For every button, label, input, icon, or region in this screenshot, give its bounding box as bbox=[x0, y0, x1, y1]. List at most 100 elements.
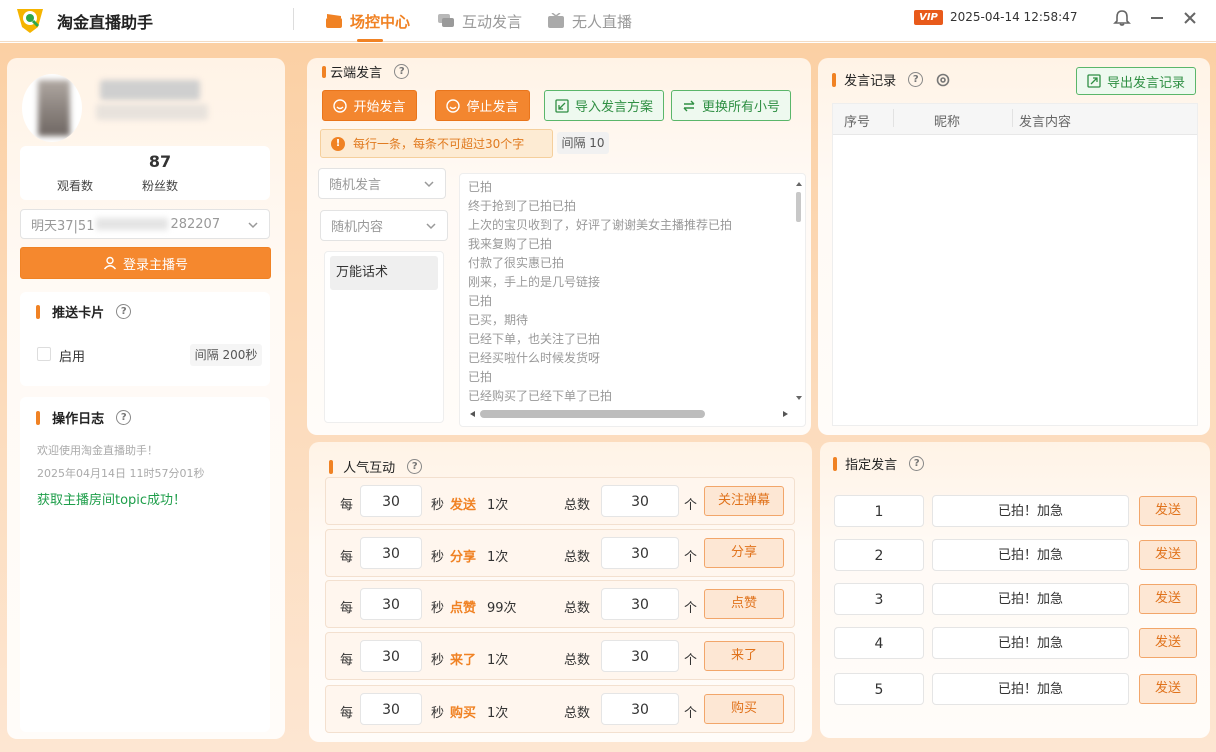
every-label: 每 bbox=[340, 706, 354, 721]
designated-index-input[interactable]: 3 bbox=[834, 583, 924, 615]
tab-label: 场控中心 bbox=[350, 12, 411, 31]
minimize-icon[interactable] bbox=[1145, 6, 1169, 30]
unit-label: 个 bbox=[684, 498, 698, 513]
stop-speech-button[interactable]: 停止发言 bbox=[435, 90, 530, 121]
chat-icon bbox=[438, 14, 454, 27]
designated-index-input[interactable]: 4 bbox=[834, 627, 924, 659]
action-label: 点赞 bbox=[450, 601, 477, 616]
unit-label: 个 bbox=[684, 706, 698, 721]
help-icon[interactable]: ? bbox=[116, 410, 132, 425]
chevron-down-icon bbox=[426, 223, 436, 230]
times-label: 1次 bbox=[487, 706, 509, 721]
user-icon bbox=[103, 256, 117, 270]
viewers-label: 观看数 bbox=[56, 179, 93, 193]
total-input[interactable]: 30 bbox=[601, 693, 679, 725]
mode-select[interactable]: 随机发言 bbox=[318, 168, 446, 199]
designated-index-input[interactable]: 2 bbox=[834, 539, 924, 571]
designated-text-input[interactable]: 已拍！加急 bbox=[932, 673, 1129, 705]
designated-text-input[interactable]: 已拍！加急 bbox=[932, 495, 1129, 527]
gear-icon[interactable] bbox=[935, 72, 951, 88]
bell-icon[interactable] bbox=[1110, 6, 1134, 30]
send-button[interactable]: 发送 bbox=[1139, 628, 1197, 658]
seconds-unit: 秒 bbox=[431, 498, 445, 513]
interaction-action-button[interactable]: 来了 bbox=[704, 641, 784, 671]
vip-badge: VIP bbox=[914, 10, 943, 25]
close-icon[interactable] bbox=[1178, 6, 1202, 30]
interaction-action-button[interactable]: 关注弹幕 bbox=[704, 486, 784, 516]
tab-interact-speech[interactable]: 互动发言 bbox=[437, 0, 522, 42]
vertical-scrollbar[interactable] bbox=[793, 177, 805, 407]
seconds-input[interactable]: 30 bbox=[360, 693, 422, 725]
login-streamer-button[interactable]: 登录主播号 bbox=[20, 247, 271, 279]
message-line: 已拍 bbox=[468, 370, 493, 384]
help-icon[interactable]: ? bbox=[407, 459, 423, 474]
message-line: 我来复购了已拍 bbox=[468, 237, 553, 251]
designated-title: 指定发言 bbox=[845, 458, 898, 473]
col-divider bbox=[1012, 109, 1013, 127]
avatar bbox=[22, 74, 82, 142]
divider bbox=[293, 8, 294, 30]
push-interval: 间隔 200秒 bbox=[190, 344, 262, 366]
send-button[interactable]: 发送 bbox=[1139, 496, 1197, 526]
total-label: 总数 bbox=[564, 601, 591, 616]
designated-index-input[interactable]: 1 bbox=[834, 495, 924, 527]
col-header-index: 序号 bbox=[844, 115, 871, 130]
active-tab-underline bbox=[357, 39, 383, 42]
horizontal-scrollbar[interactable] bbox=[466, 407, 792, 421]
import-plan-button[interactable]: 导入发言方案 bbox=[544, 90, 664, 121]
send-button[interactable]: 发送 bbox=[1139, 584, 1197, 614]
enable-checkbox[interactable] bbox=[37, 347, 51, 361]
help-icon[interactable]: ? bbox=[909, 456, 925, 471]
seconds-unit: 秒 bbox=[431, 550, 445, 565]
speech-record-title: 发言记录 bbox=[844, 74, 897, 89]
designated-text-input[interactable]: 已拍！加急 bbox=[932, 583, 1129, 615]
send-button[interactable]: 发送 bbox=[1139, 540, 1197, 570]
unit-label: 个 bbox=[684, 550, 698, 565]
content-select-value: 随机内容 bbox=[331, 220, 384, 235]
total-input[interactable]: 30 bbox=[601, 537, 679, 569]
tab-unmanned-live[interactable]: 无人直播 bbox=[547, 0, 632, 42]
export-record-button[interactable]: 导出发言记录 bbox=[1076, 67, 1196, 95]
replace-accounts-button[interactable]: 更换所有小号 bbox=[671, 90, 791, 121]
account-select[interactable]: 明天37|51 282207 bbox=[20, 209, 270, 239]
interaction-action-button[interactable]: 分享 bbox=[704, 538, 784, 568]
action-label: 发送 bbox=[450, 498, 477, 513]
mode-select-value: 随机发言 bbox=[329, 178, 382, 193]
start-speech-button[interactable]: 开始发言 bbox=[322, 90, 417, 121]
streamer-id bbox=[96, 104, 208, 120]
login-button-label: 登录主播号 bbox=[122, 257, 188, 273]
designated-text-input[interactable]: 已拍！加急 bbox=[932, 539, 1129, 571]
action-label: 分享 bbox=[450, 550, 477, 565]
chevron-down-icon bbox=[424, 181, 434, 188]
help-icon[interactable]: ? bbox=[908, 72, 924, 87]
every-label: 每 bbox=[340, 550, 354, 565]
total-input[interactable]: 30 bbox=[601, 640, 679, 672]
fans-value: 87 bbox=[148, 152, 172, 171]
seconds-input[interactable]: 30 bbox=[360, 485, 422, 517]
log-line: 欢迎使用淘金直播助手！ bbox=[37, 444, 158, 457]
messages-content: 已拍 终于抢到了已拍已拍 上次的宝贝收到了，好评了谢谢美女主播推荐已拍 我来复购了已拍… bbox=[468, 178, 788, 406]
send-button[interactable]: 发送 bbox=[1139, 674, 1197, 704]
total-input[interactable]: 30 bbox=[601, 485, 679, 517]
help-icon[interactable]: ? bbox=[394, 64, 410, 79]
seconds-input[interactable]: 30 bbox=[360, 588, 422, 620]
interaction-action-button[interactable]: 购买 bbox=[704, 694, 784, 724]
message-line: 已经买啦什么时候发货呀 bbox=[468, 351, 601, 365]
seconds-input[interactable]: 30 bbox=[360, 640, 422, 672]
seconds-unit: 秒 bbox=[431, 653, 445, 668]
smile-icon bbox=[333, 98, 348, 113]
unit-label: 个 bbox=[684, 601, 698, 616]
unit-label: 个 bbox=[684, 653, 698, 668]
designated-text-input[interactable]: 已拍！加急 bbox=[932, 627, 1129, 659]
seconds-input[interactable]: 30 bbox=[360, 537, 422, 569]
content-select[interactable]: 随机内容 bbox=[320, 210, 448, 241]
help-icon[interactable]: ? bbox=[116, 304, 132, 319]
datetime: 2025-04-14 12:58:47 bbox=[950, 10, 1078, 24]
log-line: 2025年04月14日 11时57分01秒 bbox=[37, 467, 205, 480]
tab-control-center[interactable]: 场控中心 bbox=[325, 0, 410, 42]
interaction-action-button[interactable]: 点赞 bbox=[704, 589, 784, 619]
designated-index-input[interactable]: 5 bbox=[834, 673, 924, 705]
script-list-item[interactable]: 万能话术 bbox=[330, 256, 438, 290]
total-input[interactable]: 30 bbox=[601, 588, 679, 620]
swap-icon bbox=[683, 100, 695, 111]
